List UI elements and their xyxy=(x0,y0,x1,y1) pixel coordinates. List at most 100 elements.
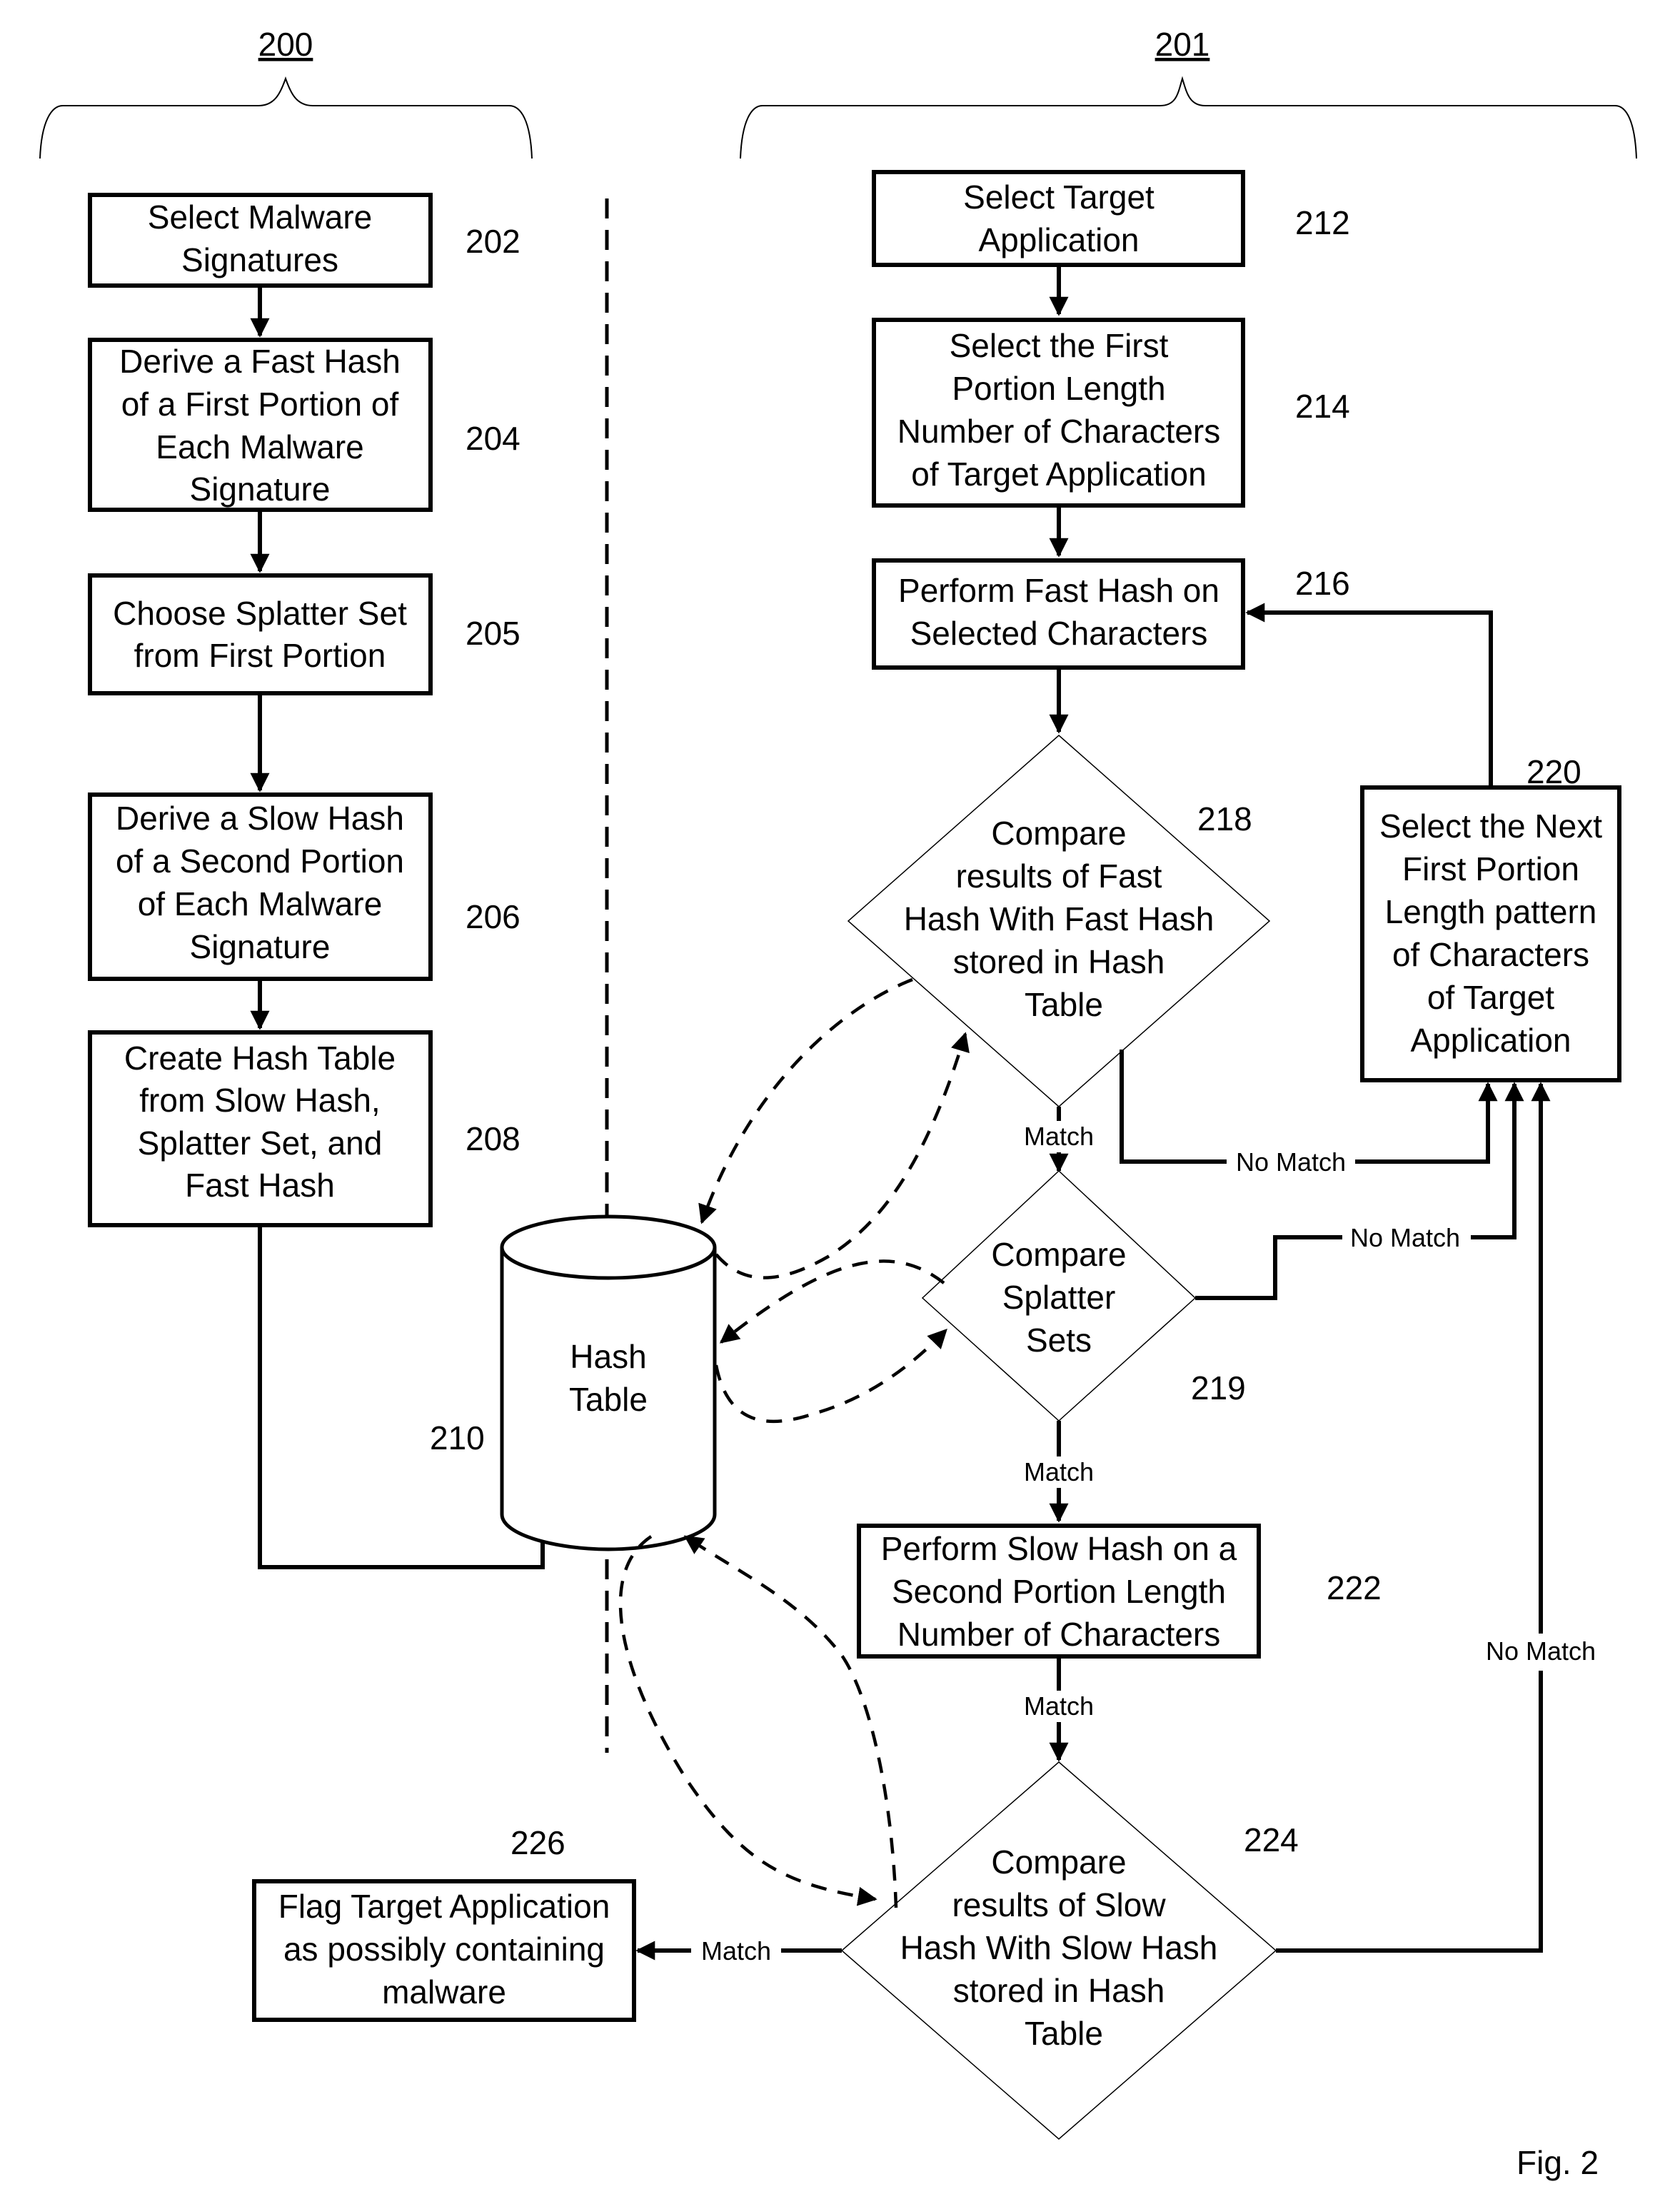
step-220-line: First Portion xyxy=(1402,850,1579,887)
step-204: Derive a Fast Hash of a First Portion of… xyxy=(88,338,520,512)
dashed-218-to-hashtable xyxy=(698,977,913,1224)
ref-218: 218 xyxy=(1197,800,1252,837)
step-222: Perform Slow Hash on a Second Portion Le… xyxy=(857,1524,1382,1659)
step-204-line: Each Malware xyxy=(156,428,363,466)
step-220-line: Select the Next xyxy=(1379,807,1602,845)
step-212: Select Target Application 212 xyxy=(872,170,1350,267)
arrow-219-220-no-match xyxy=(1195,1082,1524,1300)
step-212-line: Select Target xyxy=(963,178,1155,216)
ref-202: 202 xyxy=(466,223,520,260)
step-222-line: Number of Characters xyxy=(897,1616,1221,1653)
decision-224-line: stored in Hash xyxy=(953,1972,1165,2009)
arrow-220-216 xyxy=(1245,603,1493,787)
edge-label-no-match-218: No Match xyxy=(1236,1147,1346,1177)
step-208: Create Hash Table from Slow Hash, Splatt… xyxy=(88,1030,520,1227)
step-208-line: from Slow Hash, xyxy=(139,1082,380,1119)
step-220-line: Length pattern xyxy=(1385,893,1597,930)
edge-label-match-218: Match xyxy=(1024,1122,1094,1151)
brace-right xyxy=(740,76,1637,159)
edge-label-match-219: Match xyxy=(1024,1457,1094,1486)
step-226-line: Flag Target Application xyxy=(278,1888,610,1925)
step-204-line: Signature xyxy=(190,471,331,508)
step-202-line: Select Malware xyxy=(148,198,372,236)
step-202-line: Signatures xyxy=(181,241,338,278)
decision-224: Compare results of Slow Hash With Slow H… xyxy=(840,1761,1299,2140)
decision-224-line: Compare xyxy=(991,1843,1126,1881)
ref-216: 216 xyxy=(1295,565,1350,602)
decision-219-line: Splatter xyxy=(1002,1279,1116,1316)
step-205-line: Choose Splatter Set xyxy=(113,595,407,632)
step-214-line: Select the First xyxy=(950,327,1169,364)
step-206: Derive a Slow Hash of a Second Portion o… xyxy=(88,792,520,981)
decision-218-line: Hash With Fast Hash xyxy=(904,900,1214,937)
edge-label-no-match-224: No Match xyxy=(1486,1636,1596,1666)
step-216-line: Selected Characters xyxy=(910,615,1208,652)
hash-table-cylinder: Hash Table 210 xyxy=(430,1214,717,1551)
decision-219-line: Compare xyxy=(991,1236,1126,1273)
step-204-line: of a First Portion of xyxy=(121,386,399,423)
step-208-line: Fast Hash xyxy=(185,1167,335,1204)
step-206-line: of a Second Portion xyxy=(116,842,404,880)
step-208-line: Create Hash Table xyxy=(124,1040,396,1077)
group-ref-201: 201 xyxy=(1155,26,1210,63)
step-214-line: of Target Application xyxy=(911,456,1206,493)
dashed-hashtable-to-218 xyxy=(715,1032,970,1279)
arrow-224-220-no-match xyxy=(1276,1082,1551,1953)
step-216-line: Perform Fast Hash on xyxy=(898,572,1219,609)
decision-219-line: Sets xyxy=(1026,1322,1092,1359)
step-202: Select Malware Signatures 202 xyxy=(88,193,520,288)
step-220-line: Application xyxy=(1410,1022,1571,1059)
brace-left xyxy=(39,76,533,159)
step-222-line: Perform Slow Hash on a xyxy=(881,1530,1237,1567)
edge-label-match-224: Match xyxy=(701,1936,771,1966)
decision-224-line: Table xyxy=(1025,2015,1103,2052)
ref-226: 226 xyxy=(510,1824,565,1861)
ref-206: 206 xyxy=(466,898,520,935)
decision-224-line: Hash With Slow Hash xyxy=(900,1929,1218,1966)
ref-205: 205 xyxy=(466,615,520,652)
step-212-line: Application xyxy=(978,221,1139,258)
step-226-line: as possibly containing xyxy=(283,1931,605,1968)
group-ref-200: 200 xyxy=(258,26,313,63)
dashed-hashtable-to-224 xyxy=(618,1535,877,1906)
decision-218-line: Table xyxy=(1025,986,1103,1023)
hash-table-line: Hash xyxy=(570,1338,646,1375)
step-206-line: of Each Malware xyxy=(138,885,383,922)
ref-214: 214 xyxy=(1295,388,1350,425)
ref-220: 220 xyxy=(1526,753,1581,790)
decision-218-line: stored in Hash xyxy=(953,943,1165,980)
figure-label: Fig. 2 xyxy=(1516,2144,1599,2181)
hash-table-line: Table xyxy=(569,1381,648,1418)
decision-218-line: Compare xyxy=(991,815,1126,852)
edge-label-match-222: Match xyxy=(1024,1691,1094,1721)
step-205: Choose Splatter Set from First Portion 2… xyxy=(88,573,520,695)
step-214: Select the First Portion Length Number o… xyxy=(872,318,1350,508)
step-214-line: Number of Characters xyxy=(897,413,1221,450)
ref-204: 204 xyxy=(466,420,520,457)
step-222-line: Second Portion Length xyxy=(892,1573,1226,1610)
step-220: Select the Next First Portion Length pat… xyxy=(1360,753,1621,1082)
flowchart-canvas: 200 201 Select Malware Signatures 202 De… xyxy=(39,26,1637,2181)
decision-218: Compare results of Fast Hash With Fast H… xyxy=(847,735,1271,1107)
step-220-line: of Target xyxy=(1427,979,1554,1016)
edge-label-no-match-219: No Match xyxy=(1350,1223,1460,1252)
dashed-hashtable-to-219 xyxy=(714,1329,947,1424)
step-214-line: Portion Length xyxy=(952,370,1165,407)
step-204-line: Derive a Fast Hash xyxy=(119,343,401,380)
step-220-line: of Characters xyxy=(1392,936,1589,973)
step-208-line: Splatter Set, and xyxy=(138,1124,383,1162)
decision-224-line: results of Slow xyxy=(952,1886,1166,1923)
ref-210: 210 xyxy=(430,1419,485,1456)
step-226-line: malware xyxy=(382,1973,506,2011)
decision-218-line: results of Fast xyxy=(956,857,1162,895)
ref-222: 222 xyxy=(1327,1569,1382,1606)
ref-212: 212 xyxy=(1295,204,1350,241)
step-226: Flag Target Application as possibly cont… xyxy=(252,1824,636,2022)
ref-219: 219 xyxy=(1191,1369,1246,1407)
ref-208: 208 xyxy=(466,1120,520,1157)
dashed-219-to-hashtable xyxy=(719,1259,945,1344)
step-206-line: Signature xyxy=(190,928,331,965)
step-206-line: Derive a Slow Hash xyxy=(116,800,404,837)
ref-224: 224 xyxy=(1244,1821,1299,1858)
step-205-line: from First Portion xyxy=(134,637,386,674)
